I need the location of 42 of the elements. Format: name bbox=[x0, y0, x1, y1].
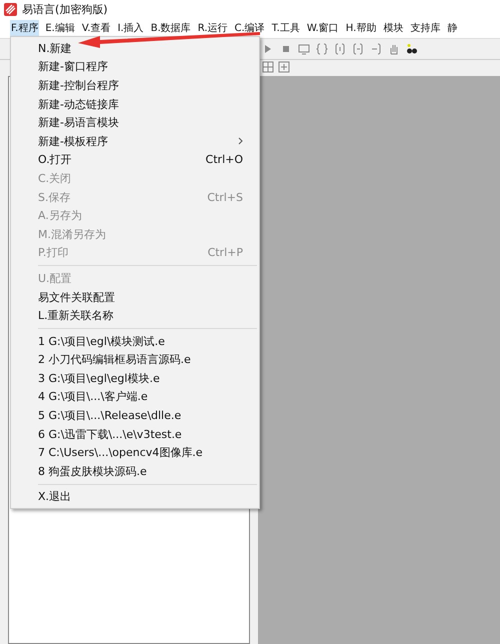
menu-item[interactable]: 新建-窗口程序 bbox=[11, 58, 259, 76]
menu-item[interactable]: 4 G:\项目\...\客户端.e bbox=[11, 388, 259, 406]
menu-item[interactable]: 新建-模板程序 bbox=[11, 132, 259, 151]
shortcut-text: Ctrl+S bbox=[207, 190, 243, 204]
menu-item[interactable]: 6 G:\迅雷下载\...\e\v3test.e bbox=[11, 424, 259, 444]
menu-bar-item[interactable]: 支持库 bbox=[409, 20, 442, 36]
menu-bar-item[interactable]: I.插入 bbox=[116, 20, 145, 36]
menu-item[interactable]: X.退出 bbox=[11, 488, 259, 506]
menu-bar-item[interactable]: R.运行 bbox=[196, 20, 229, 36]
menu-item[interactable]: 新建-动态链接库 bbox=[11, 94, 259, 114]
chevron-right-icon bbox=[238, 137, 243, 146]
menu-item[interactable]: 新建-易语言模块 bbox=[11, 113, 259, 132]
menu-item[interactable]: 5 G:\项目\...\Release\dlle.e bbox=[11, 406, 259, 425]
menu-bar-item[interactable]: E.编辑 bbox=[44, 20, 76, 36]
shortcut-text: Ctrl+P bbox=[208, 246, 243, 260]
monitor-icon[interactable] bbox=[298, 43, 310, 55]
menu-bar-item[interactable]: H.帮助 bbox=[344, 20, 378, 36]
menu-item[interactable]: 1 G:\项目\egl\模块测试.e bbox=[11, 332, 259, 350]
app-logo-icon bbox=[4, 2, 17, 16]
menu-item[interactable]: 8 狗蛋皮肤模块源码.e bbox=[11, 462, 259, 481]
menu-item[interactable]: N.新建 bbox=[11, 39, 259, 58]
menu-bar-item[interactable]: V.查看 bbox=[80, 20, 112, 36]
menu-item[interactable]: 易文件关联配置 bbox=[11, 288, 259, 306]
move-icon[interactable] bbox=[278, 61, 290, 73]
menu-bar-item[interactable]: F.程序 bbox=[10, 20, 40, 36]
hand-icon[interactable] bbox=[388, 43, 400, 55]
menu-bar-item[interactable]: 静 bbox=[446, 20, 458, 36]
menu-item[interactable]: 3 G:\项目\egl\egl模块.e bbox=[11, 369, 259, 388]
menu-bar-item[interactable]: 模块 bbox=[382, 20, 404, 36]
menu-item[interactable]: L.重新关联名称 bbox=[11, 306, 259, 325]
menu-bar-item[interactable]: T.工具 bbox=[270, 20, 301, 36]
menu-item[interactable]: O.打开 Ctrl+O bbox=[11, 150, 259, 170]
menu-bar-item[interactable]: B.数据库 bbox=[150, 20, 192, 36]
menu-item[interactable]: 7 C:\Users\...\opencv4图像库.e bbox=[11, 443, 259, 462]
menu-bar-item[interactable]: W.窗口 bbox=[306, 20, 340, 36]
menu-bar-item[interactable]: C.编译 bbox=[234, 20, 266, 36]
window-title: 易语言(加密狗版) bbox=[22, 2, 108, 16]
stop-icon[interactable] bbox=[280, 43, 292, 55]
menu-item[interactable]: 新建-控制台程序 bbox=[11, 76, 259, 95]
shortcut-text: Ctrl+O bbox=[206, 153, 243, 166]
menu-item[interactable]: 2 小刀代码编辑框易语言源码.e bbox=[11, 350, 259, 370]
grid-icon[interactable] bbox=[262, 61, 274, 73]
